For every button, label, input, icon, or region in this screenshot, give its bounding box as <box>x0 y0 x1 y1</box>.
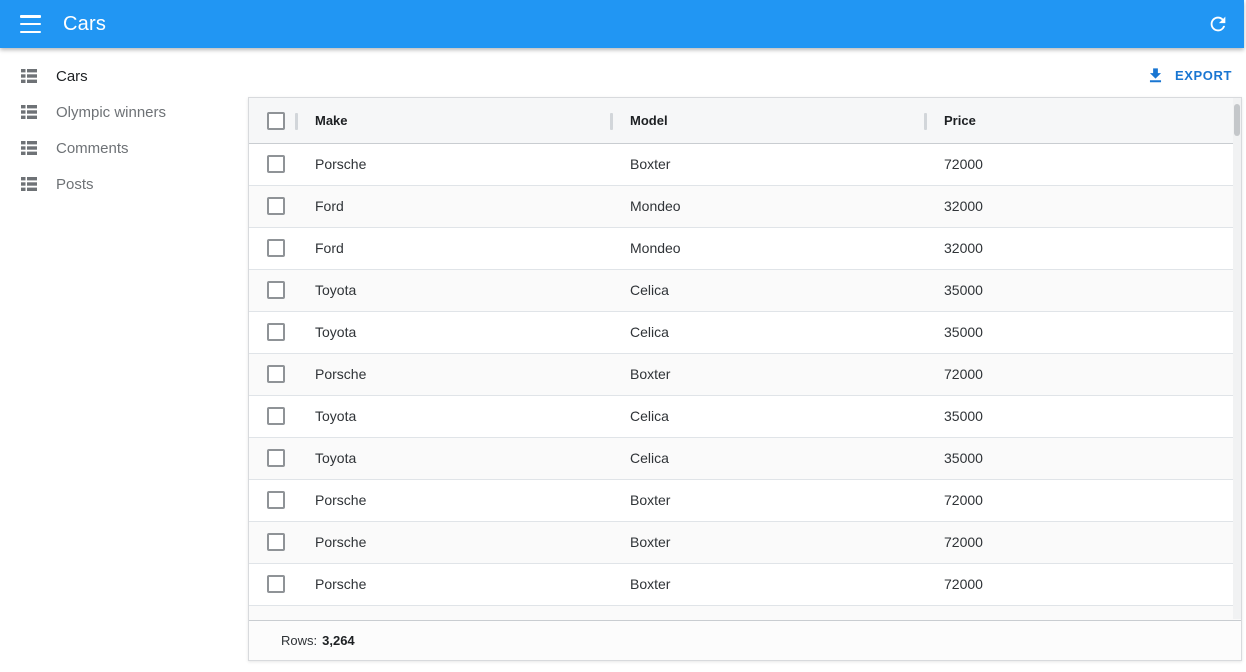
cell-price: 32000 <box>944 228 983 269</box>
list-icon <box>20 139 38 157</box>
table-header: Make Model Price <box>249 98 1241 144</box>
cell-price: 72000 <box>944 522 983 563</box>
cell-price: 35000 <box>944 312 983 353</box>
table-row[interactable]: Porsche Boxter 72000 <box>249 522 1241 564</box>
row-checkbox[interactable] <box>267 491 285 509</box>
cell-model: Boxter <box>630 354 670 395</box>
column-header-price: Price <box>944 98 976 143</box>
sidebar-item-olympic-winners[interactable]: Olympic winners <box>0 94 248 130</box>
cell-make: Toyota <box>315 270 356 311</box>
column-divider <box>610 113 613 130</box>
table-row[interactable]: Porsche Boxter 72000 <box>249 480 1241 522</box>
row-checkbox[interactable] <box>267 407 285 425</box>
table-body: Porsche Boxter 72000 Ford Mondeo 32000 F… <box>249 144 1241 606</box>
table-row[interactable]: Ford Mondeo 32000 <box>249 228 1241 270</box>
appbar: Cars <box>0 0 1244 48</box>
list-icon <box>20 103 38 121</box>
cell-price: 72000 <box>944 480 983 521</box>
scrollbar-track <box>1233 98 1241 619</box>
table-row[interactable]: Toyota Celica 35000 <box>249 396 1241 438</box>
cell-model: Boxter <box>630 522 670 563</box>
cell-make: Toyota <box>315 438 356 479</box>
cell-price: 72000 <box>944 564 983 605</box>
list-icon <box>20 175 38 193</box>
export-button-label: EXPORT <box>1175 68 1232 83</box>
cell-model: Boxter <box>630 480 670 521</box>
sidebar-item-label: Cars <box>56 68 88 85</box>
cell-model: Boxter <box>630 564 670 605</box>
export-button[interactable]: EXPORT <box>1146 63 1232 87</box>
sidebar-item-posts[interactable]: Posts <box>0 166 248 202</box>
cell-make: Porsche <box>315 144 366 185</box>
cell-make: Porsche <box>315 354 366 395</box>
data-table-card: Make Model Price Porsche Boxter 72000 Fo… <box>248 97 1242 661</box>
page-title: Cars <box>63 13 106 36</box>
row-checkbox[interactable] <box>267 281 285 299</box>
scrollbar-thumb[interactable] <box>1234 104 1240 136</box>
cell-price: 35000 <box>944 438 983 479</box>
cell-price: 72000 <box>944 354 983 395</box>
table-row[interactable]: Porsche Boxter 72000 <box>249 144 1241 186</box>
cell-model: Mondeo <box>630 228 681 269</box>
cell-make: Porsche <box>315 522 366 563</box>
refresh-icon[interactable] <box>1206 12 1230 36</box>
column-divider <box>295 113 298 130</box>
sidebar: Cars Olympic winners Comments <box>0 48 248 672</box>
row-checkbox[interactable] <box>267 323 285 341</box>
table-row-partial <box>249 606 1241 620</box>
cell-model: Mondeo <box>630 186 681 227</box>
row-checkbox[interactable] <box>267 449 285 467</box>
sidebar-item-label: Olympic winners <box>56 104 166 121</box>
rows-count: 3,264 <box>322 633 355 648</box>
cell-make: Ford <box>315 186 344 227</box>
app-window: Cars Cars <box>0 0 1246 672</box>
table-row[interactable]: Toyota Celica 35000 <box>249 312 1241 354</box>
cell-price: 35000 <box>944 270 983 311</box>
rows-label: Rows: <box>281 633 317 648</box>
cell-price: 35000 <box>944 396 983 437</box>
sidebar-item-comments[interactable]: Comments <box>0 130 248 166</box>
column-divider <box>924 113 927 130</box>
row-checkbox[interactable] <box>267 575 285 593</box>
column-header-model: Model <box>630 98 668 143</box>
table-row[interactable]: Toyota Celica 35000 <box>249 270 1241 312</box>
cell-model: Boxter <box>630 144 670 185</box>
cell-make: Porsche <box>315 480 366 521</box>
sidebar-item-label: Comments <box>56 140 129 157</box>
table-row[interactable]: Porsche Boxter 72000 <box>249 354 1241 396</box>
cell-make: Toyota <box>315 312 356 353</box>
cell-model: Celica <box>630 270 669 311</box>
cell-model: Celica <box>630 312 669 353</box>
cell-price: 32000 <box>944 186 983 227</box>
row-checkbox[interactable] <box>267 365 285 383</box>
table-row[interactable]: Toyota Celica 35000 <box>249 438 1241 480</box>
cell-model: Celica <box>630 396 669 437</box>
download-icon <box>1146 66 1165 85</box>
row-checkbox[interactable] <box>267 155 285 173</box>
cell-model: Celica <box>630 438 669 479</box>
row-checkbox[interactable] <box>267 533 285 551</box>
cell-make: Toyota <box>315 396 356 437</box>
table-footer: Rows: 3,264 <box>249 620 1241 660</box>
menu-icon[interactable] <box>20 15 44 33</box>
column-header-make: Make <box>315 98 348 143</box>
cell-make: Porsche <box>315 564 366 605</box>
table-row[interactable]: Porsche Boxter 72000 <box>249 564 1241 606</box>
row-checkbox[interactable] <box>267 239 285 257</box>
row-checkbox[interactable] <box>267 197 285 215</box>
sidebar-item-label: Posts <box>56 176 94 193</box>
cell-make: Ford <box>315 228 344 269</box>
select-all-checkbox[interactable] <box>267 112 285 130</box>
list-icon <box>20 67 38 85</box>
cell-price: 72000 <box>944 144 983 185</box>
table-row[interactable]: Ford Mondeo 32000 <box>249 186 1241 228</box>
sidebar-item-cars[interactable]: Cars <box>0 58 248 94</box>
